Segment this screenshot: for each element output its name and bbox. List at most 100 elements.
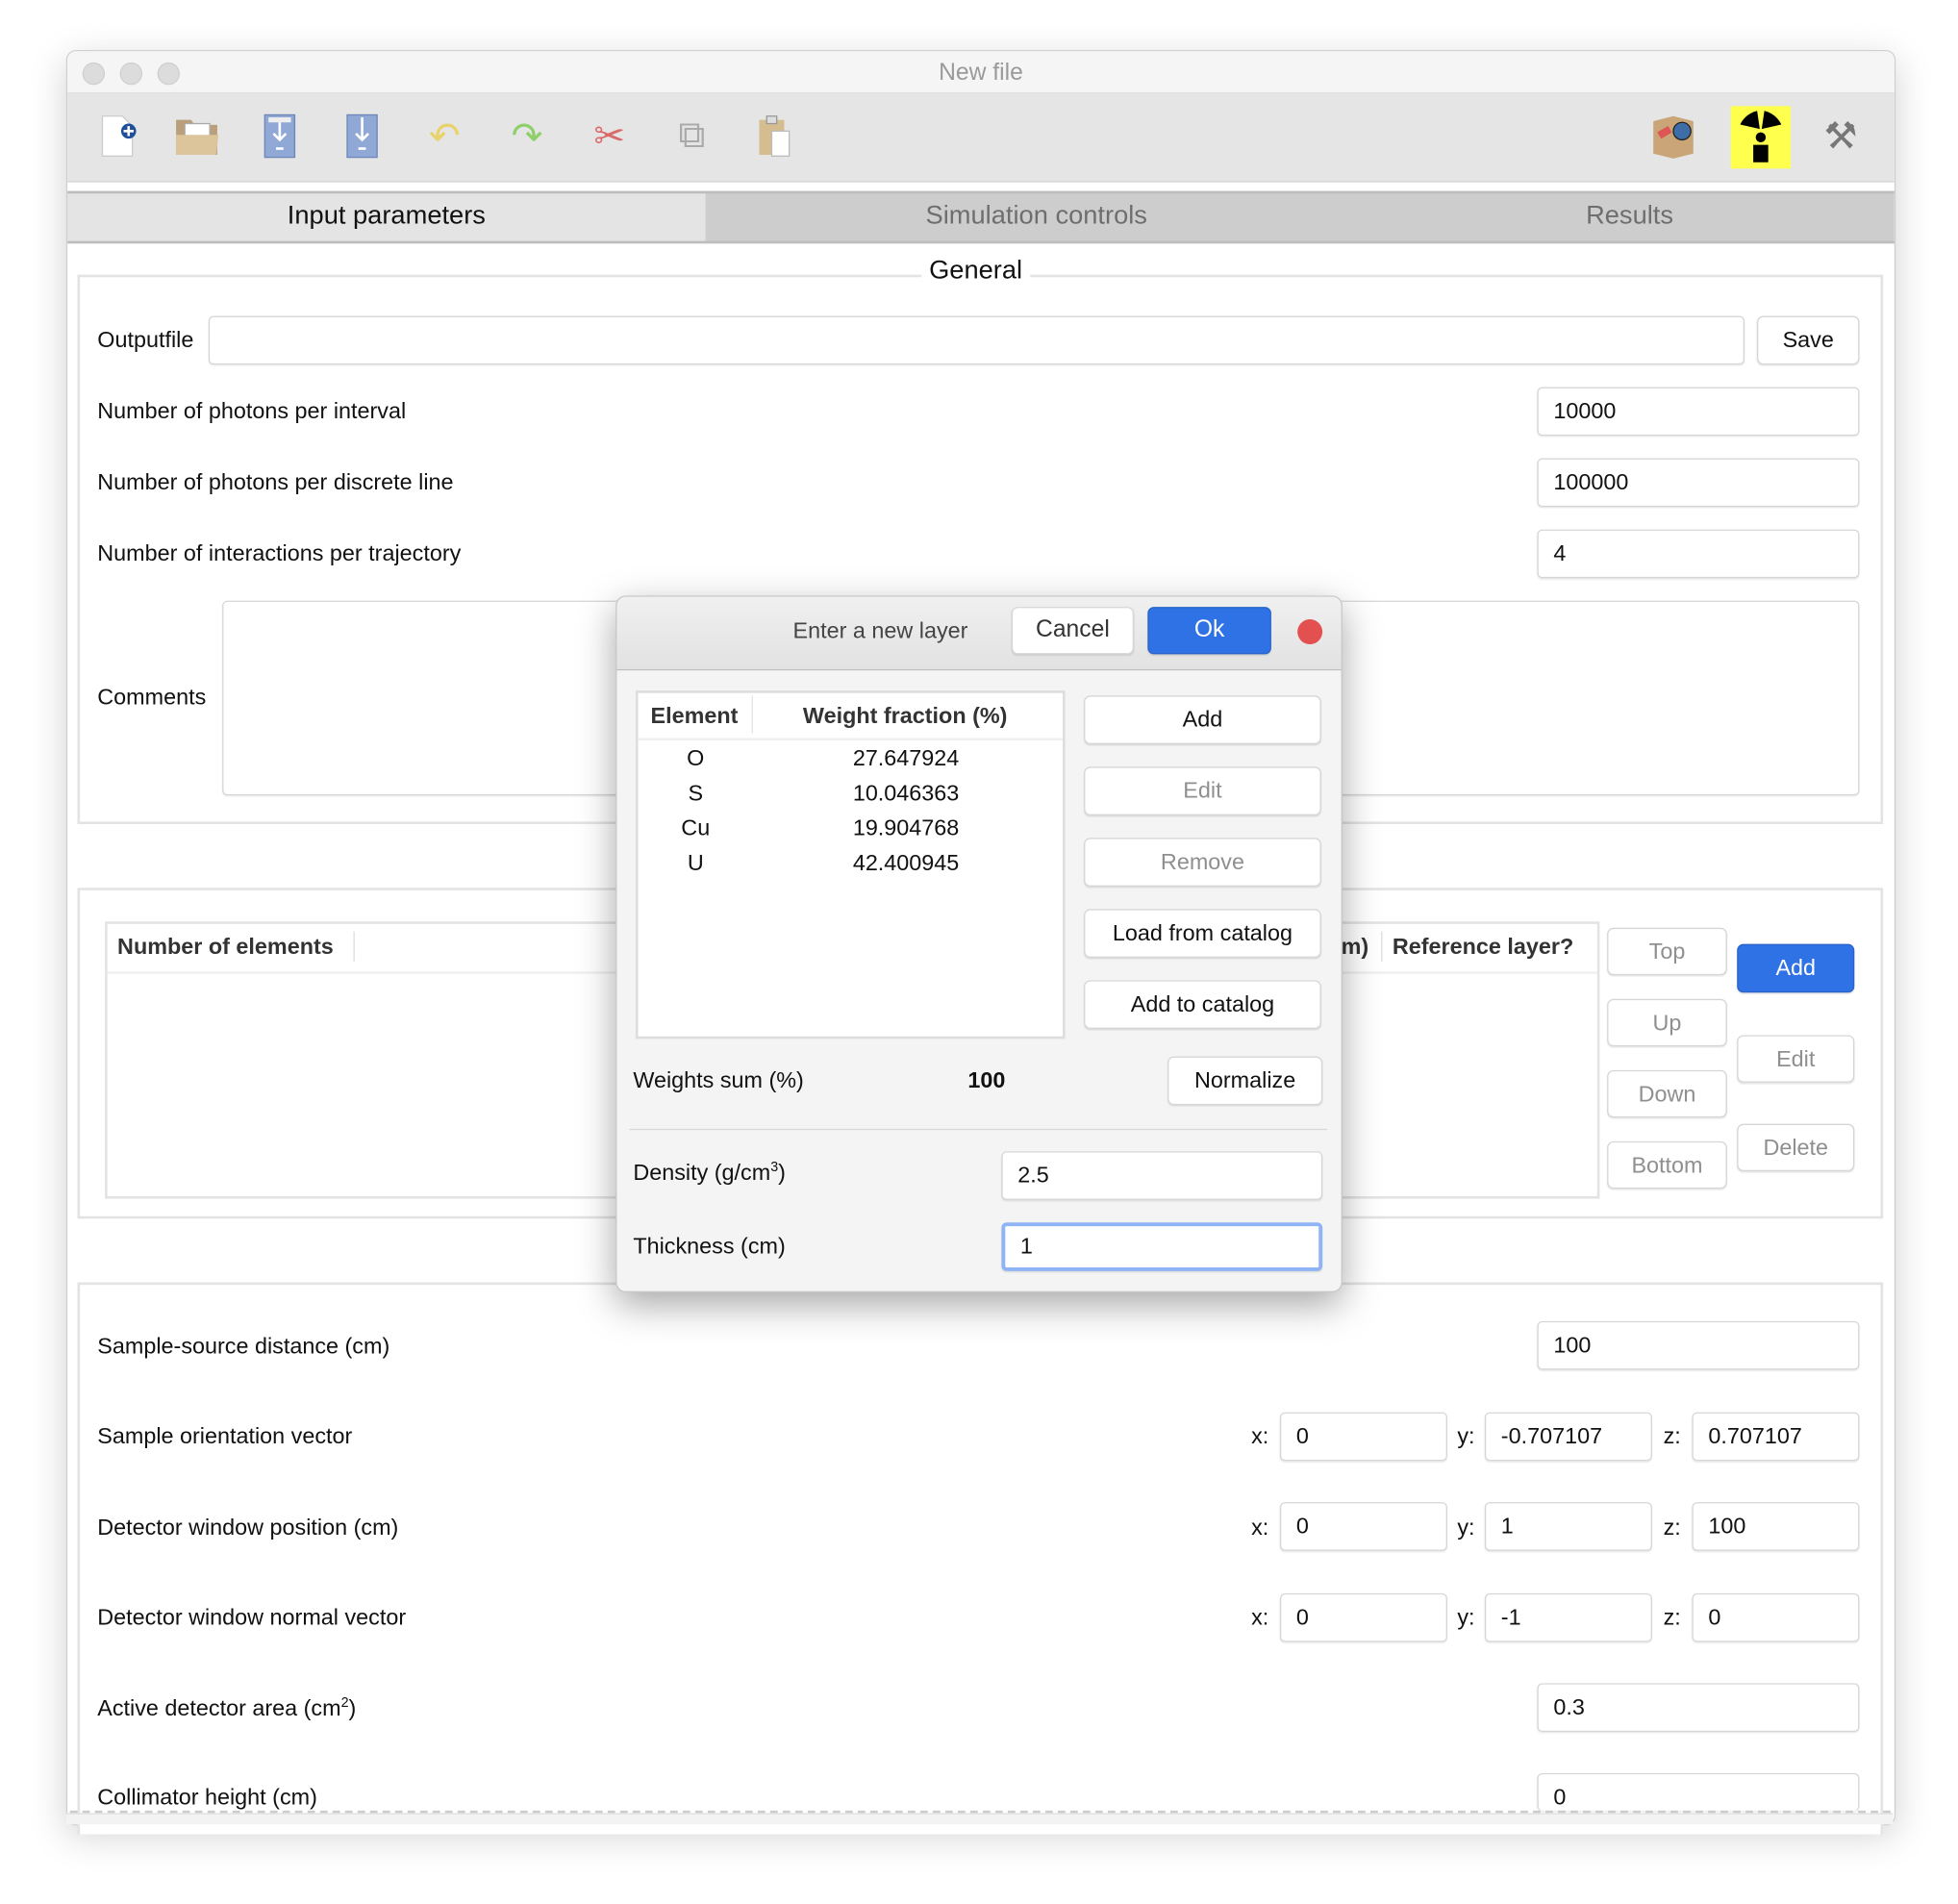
density-label-text: Density (g/cm: [633, 1160, 771, 1186]
comments-label: Comments: [97, 684, 207, 710]
layer-top-button[interactable]: Top: [1607, 927, 1727, 976]
save-button[interactable]: Save: [1756, 315, 1860, 365]
photons-interval-input[interactable]: 10000: [1537, 387, 1860, 437]
photons-line-label: Number of photons per discrete line: [97, 469, 454, 495]
outputfile-label: Outputfile: [97, 327, 194, 353]
window-pos-x-input[interactable]: 0: [1279, 1502, 1447, 1551]
outputfile-input[interactable]: [208, 315, 1745, 365]
import-package-icon[interactable]: [1648, 112, 1698, 162]
orientation-x-input[interactable]: 0: [1279, 1412, 1447, 1462]
row-element: U: [687, 849, 704, 875]
layer-up-button[interactable]: Up: [1607, 998, 1727, 1047]
element-edit-button[interactable]: Edit: [1084, 766, 1321, 815]
window-normal-x-input[interactable]: 0: [1279, 1592, 1447, 1642]
table-row[interactable]: U 42.400945: [639, 845, 1063, 880]
normalize-button[interactable]: Normalize: [1167, 1056, 1323, 1106]
layer-add-button[interactable]: Add: [1737, 943, 1855, 993]
element-remove-button[interactable]: Remove: [1084, 838, 1321, 887]
window-normal-label: Detector window normal vector: [97, 1604, 407, 1630]
density-input[interactable]: 2.5: [1001, 1151, 1323, 1200]
photons-line-input[interactable]: 100000: [1537, 458, 1860, 508]
distance-input[interactable]: 100: [1537, 1320, 1860, 1370]
window-normal-y-input[interactable]: -1: [1484, 1592, 1652, 1642]
thickness-input[interactable]: 1: [1001, 1222, 1323, 1271]
table-row[interactable]: Cu 19.904768: [639, 811, 1063, 845]
tab-input-parameters[interactable]: Input parameters: [67, 193, 706, 241]
toolbar: ↶ ↷ ✂ ⧉ ⚒: [67, 93, 1895, 183]
weights-sum-value: 100: [967, 1067, 1006, 1093]
element-table: Element Weight fraction (%) O 27.647924 S…: [635, 690, 1066, 1040]
cancel-button[interactable]: Cancel: [1011, 607, 1135, 655]
window-normal-y-label: y:: [1457, 1604, 1475, 1630]
cut-icon[interactable]: ✂: [585, 112, 635, 162]
table-row[interactable]: S 10.046363: [639, 775, 1063, 810]
density-label-close: ): [778, 1160, 786, 1186]
layer-bottom-button[interactable]: Bottom: [1607, 1140, 1727, 1190]
row-fraction: 27.647924: [852, 744, 960, 770]
collimator-label: Collimator height (cm): [97, 1784, 317, 1810]
dialog-title: Enter a new layer: [792, 617, 968, 643]
tab-results[interactable]: Results: [1368, 193, 1892, 240]
area-label: Active detector area (cm2): [97, 1695, 356, 1721]
dialog-header: Enter a new layer Cancel Ok: [616, 596, 1342, 671]
add-to-catalog-button[interactable]: Add to catalog: [1084, 980, 1321, 1029]
window-bottom: [65, 1813, 1894, 1825]
element-rows: O 27.647924 S 10.046363 Cu 19.904768 U 42.40…: [639, 740, 1063, 880]
col-reference-layer[interactable]: Reference layer?: [1393, 934, 1573, 960]
col-weight-fraction[interactable]: Weight fraction (%): [803, 703, 1008, 729]
layer-delete-button[interactable]: Delete: [1737, 1123, 1855, 1171]
row-fraction: 19.904768: [852, 814, 960, 840]
col-number-of-elements[interactable]: Number of elements: [117, 934, 334, 960]
layer-down-button[interactable]: Down: [1607, 1069, 1727, 1118]
row-fraction: 42.400945: [852, 849, 960, 875]
orientation-y-input[interactable]: -0.707107: [1484, 1412, 1652, 1462]
save-icon[interactable]: [255, 112, 305, 162]
orientation-z-input[interactable]: 0.707107: [1692, 1412, 1860, 1462]
window-normal-z-input[interactable]: 0: [1692, 1592, 1860, 1642]
tools-icon[interactable]: ⚒: [1816, 112, 1866, 162]
table-row[interactable]: O 27.647924: [639, 740, 1063, 775]
window-pos-x-label: x:: [1251, 1515, 1269, 1541]
window-normal-x-label: x:: [1251, 1604, 1269, 1630]
area-input[interactable]: 0.3: [1537, 1683, 1860, 1733]
orientation-label: Sample orientation vector: [97, 1423, 353, 1449]
window-normal-z-label: z:: [1663, 1604, 1681, 1630]
save-as-icon[interactable]: [338, 112, 388, 162]
tab-simulation-controls[interactable]: Simulation controls: [706, 193, 1368, 240]
interactions-input[interactable]: 4: [1537, 529, 1860, 579]
window-title: New file: [939, 60, 1023, 87]
area-label-text: Active detector area (cm: [97, 1695, 341, 1721]
stage: New file ↶ ↷ ✂ ⧉ ⚒ Input parameters Simu…: [0, 0, 1958, 1904]
orientation-x-label: x:: [1251, 1423, 1269, 1449]
window-pos-z-input[interactable]: 100: [1692, 1502, 1860, 1551]
layer-edit-button[interactable]: Edit: [1737, 1035, 1855, 1083]
collimator-input[interactable]: 0: [1537, 1772, 1860, 1811]
col-thickness-partial[interactable]: m): [1342, 934, 1369, 960]
new-layer-dialog: Enter a new layer Cancel Ok Element Weig…: [615, 595, 1343, 1292]
photons-interval-label: Number of photons per interval: [97, 398, 407, 424]
interactions-label: Number of interactions per trajectory: [97, 540, 462, 566]
ok-button[interactable]: Ok: [1147, 607, 1271, 655]
row-fraction: 10.046363: [852, 779, 960, 805]
col-element[interactable]: Element: [651, 703, 739, 729]
open-folder-icon[interactable]: [172, 112, 222, 162]
new-file-icon[interactable]: [92, 112, 142, 162]
redo-icon[interactable]: ↷: [502, 112, 552, 162]
orientation-y-label: y:: [1457, 1423, 1475, 1449]
area-label-close: ): [348, 1695, 357, 1721]
tab-bar: Input parameters Simulation controls Res…: [67, 190, 1895, 244]
radiation-icon[interactable]: [1730, 106, 1792, 169]
load-from-catalog-button[interactable]: Load from catalog: [1084, 909, 1321, 958]
close-dialog-icon[interactable]: [1297, 619, 1323, 645]
undo-icon[interactable]: ↶: [419, 112, 469, 162]
thickness-label: Thickness (cm): [633, 1233, 786, 1259]
paste-icon[interactable]: [749, 112, 799, 162]
window-pos-y-input[interactable]: 1: [1484, 1502, 1652, 1551]
general-title: General: [921, 256, 1030, 287]
copy-icon[interactable]: ⧉: [666, 112, 716, 162]
element-add-button[interactable]: Add: [1084, 695, 1321, 744]
window-pos-z-label: z:: [1663, 1515, 1681, 1541]
window-pos-label: Detector window position (cm): [97, 1515, 399, 1541]
row-element: S: [688, 779, 704, 805]
row-element: O: [687, 744, 705, 770]
